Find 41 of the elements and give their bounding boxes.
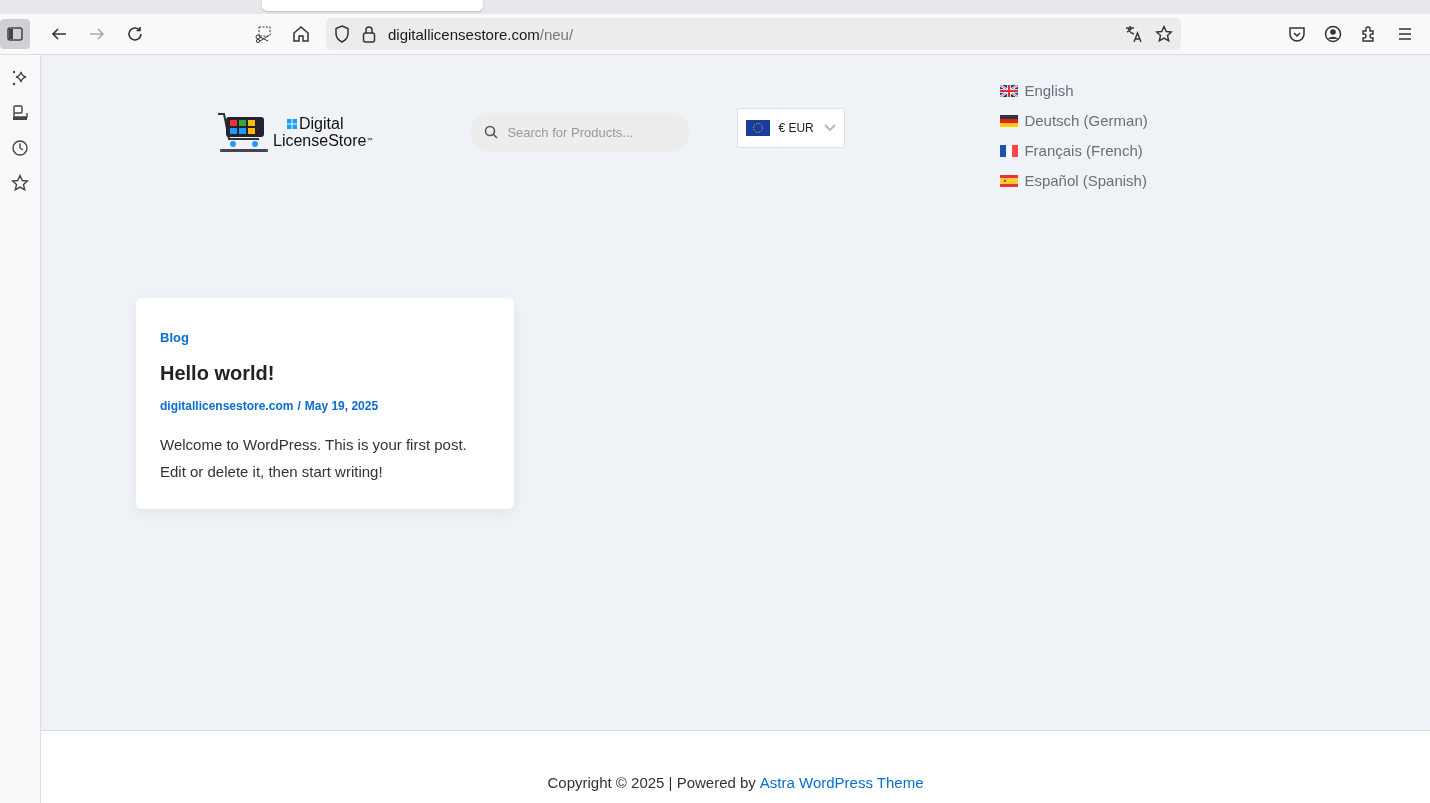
theme-link[interactable]: Astra WordPress Theme [759,774,924,791]
menu-icon[interactable] [1396,25,1414,43]
language-link[interactable]: Français (French) [1000,140,1148,162]
home-icon[interactable] [292,25,310,43]
meta-separator: / [297,399,301,413]
post-excerpt: Welcome to WordPress. This is your first post. Edit or delete it, then start writing! [160,435,468,482]
category-link[interactable]: Blog [160,330,189,345]
sidebar-toggle-icon[interactable] [0,19,30,49]
star-icon[interactable] [11,174,29,192]
logo-text: LicenseStore [273,132,367,149]
post-title[interactable]: Hello world! [160,362,490,385]
shield-icon[interactable] [334,25,350,43]
translate-icon[interactable] [1125,25,1143,43]
language-link[interactable]: Deutsch (German) [1000,110,1148,132]
lock-icon[interactable] [362,25,376,43]
language-link[interactable]: Español (Spanish) [1000,170,1148,192]
shopping-cart-icon [217,111,271,153]
copyright-text: Copyright © 2025 | Powered by [547,774,756,791]
uk-flag-icon [1000,85,1019,97]
search-field[interactable]: Search for Products... [470,113,691,152]
history-icon[interactable] [11,139,29,157]
chevron-down-icon [824,124,837,132]
devices-icon[interactable] [11,104,29,122]
author-link[interactable]: digitallicensestore.com [160,399,294,413]
france-flag-icon [1000,145,1019,157]
currency-dropdown[interactable]: € EUR [737,108,846,148]
eu-flag-icon [746,120,771,136]
address-bar[interactable]: digitallicensestore.com/neu/ [326,18,1181,50]
star-icon[interactable] [1155,25,1173,43]
germany-flag-icon [1000,115,1019,127]
account-icon[interactable] [1324,25,1342,43]
sparkle-icon[interactable] [11,69,29,87]
logo-text: Digital [299,115,344,132]
windows-logo-icon [287,118,297,129]
pocket-icon[interactable] [1288,25,1306,43]
screenshot-icon[interactable] [254,25,272,43]
reload-icon[interactable] [126,25,144,43]
spain-flag-icon [1000,175,1019,187]
date-link[interactable]: May 19, 2025 [304,399,379,413]
url-text[interactable]: digitallicensestore.com/neu/ [388,25,574,43]
language-link[interactable]: English [1000,80,1148,102]
